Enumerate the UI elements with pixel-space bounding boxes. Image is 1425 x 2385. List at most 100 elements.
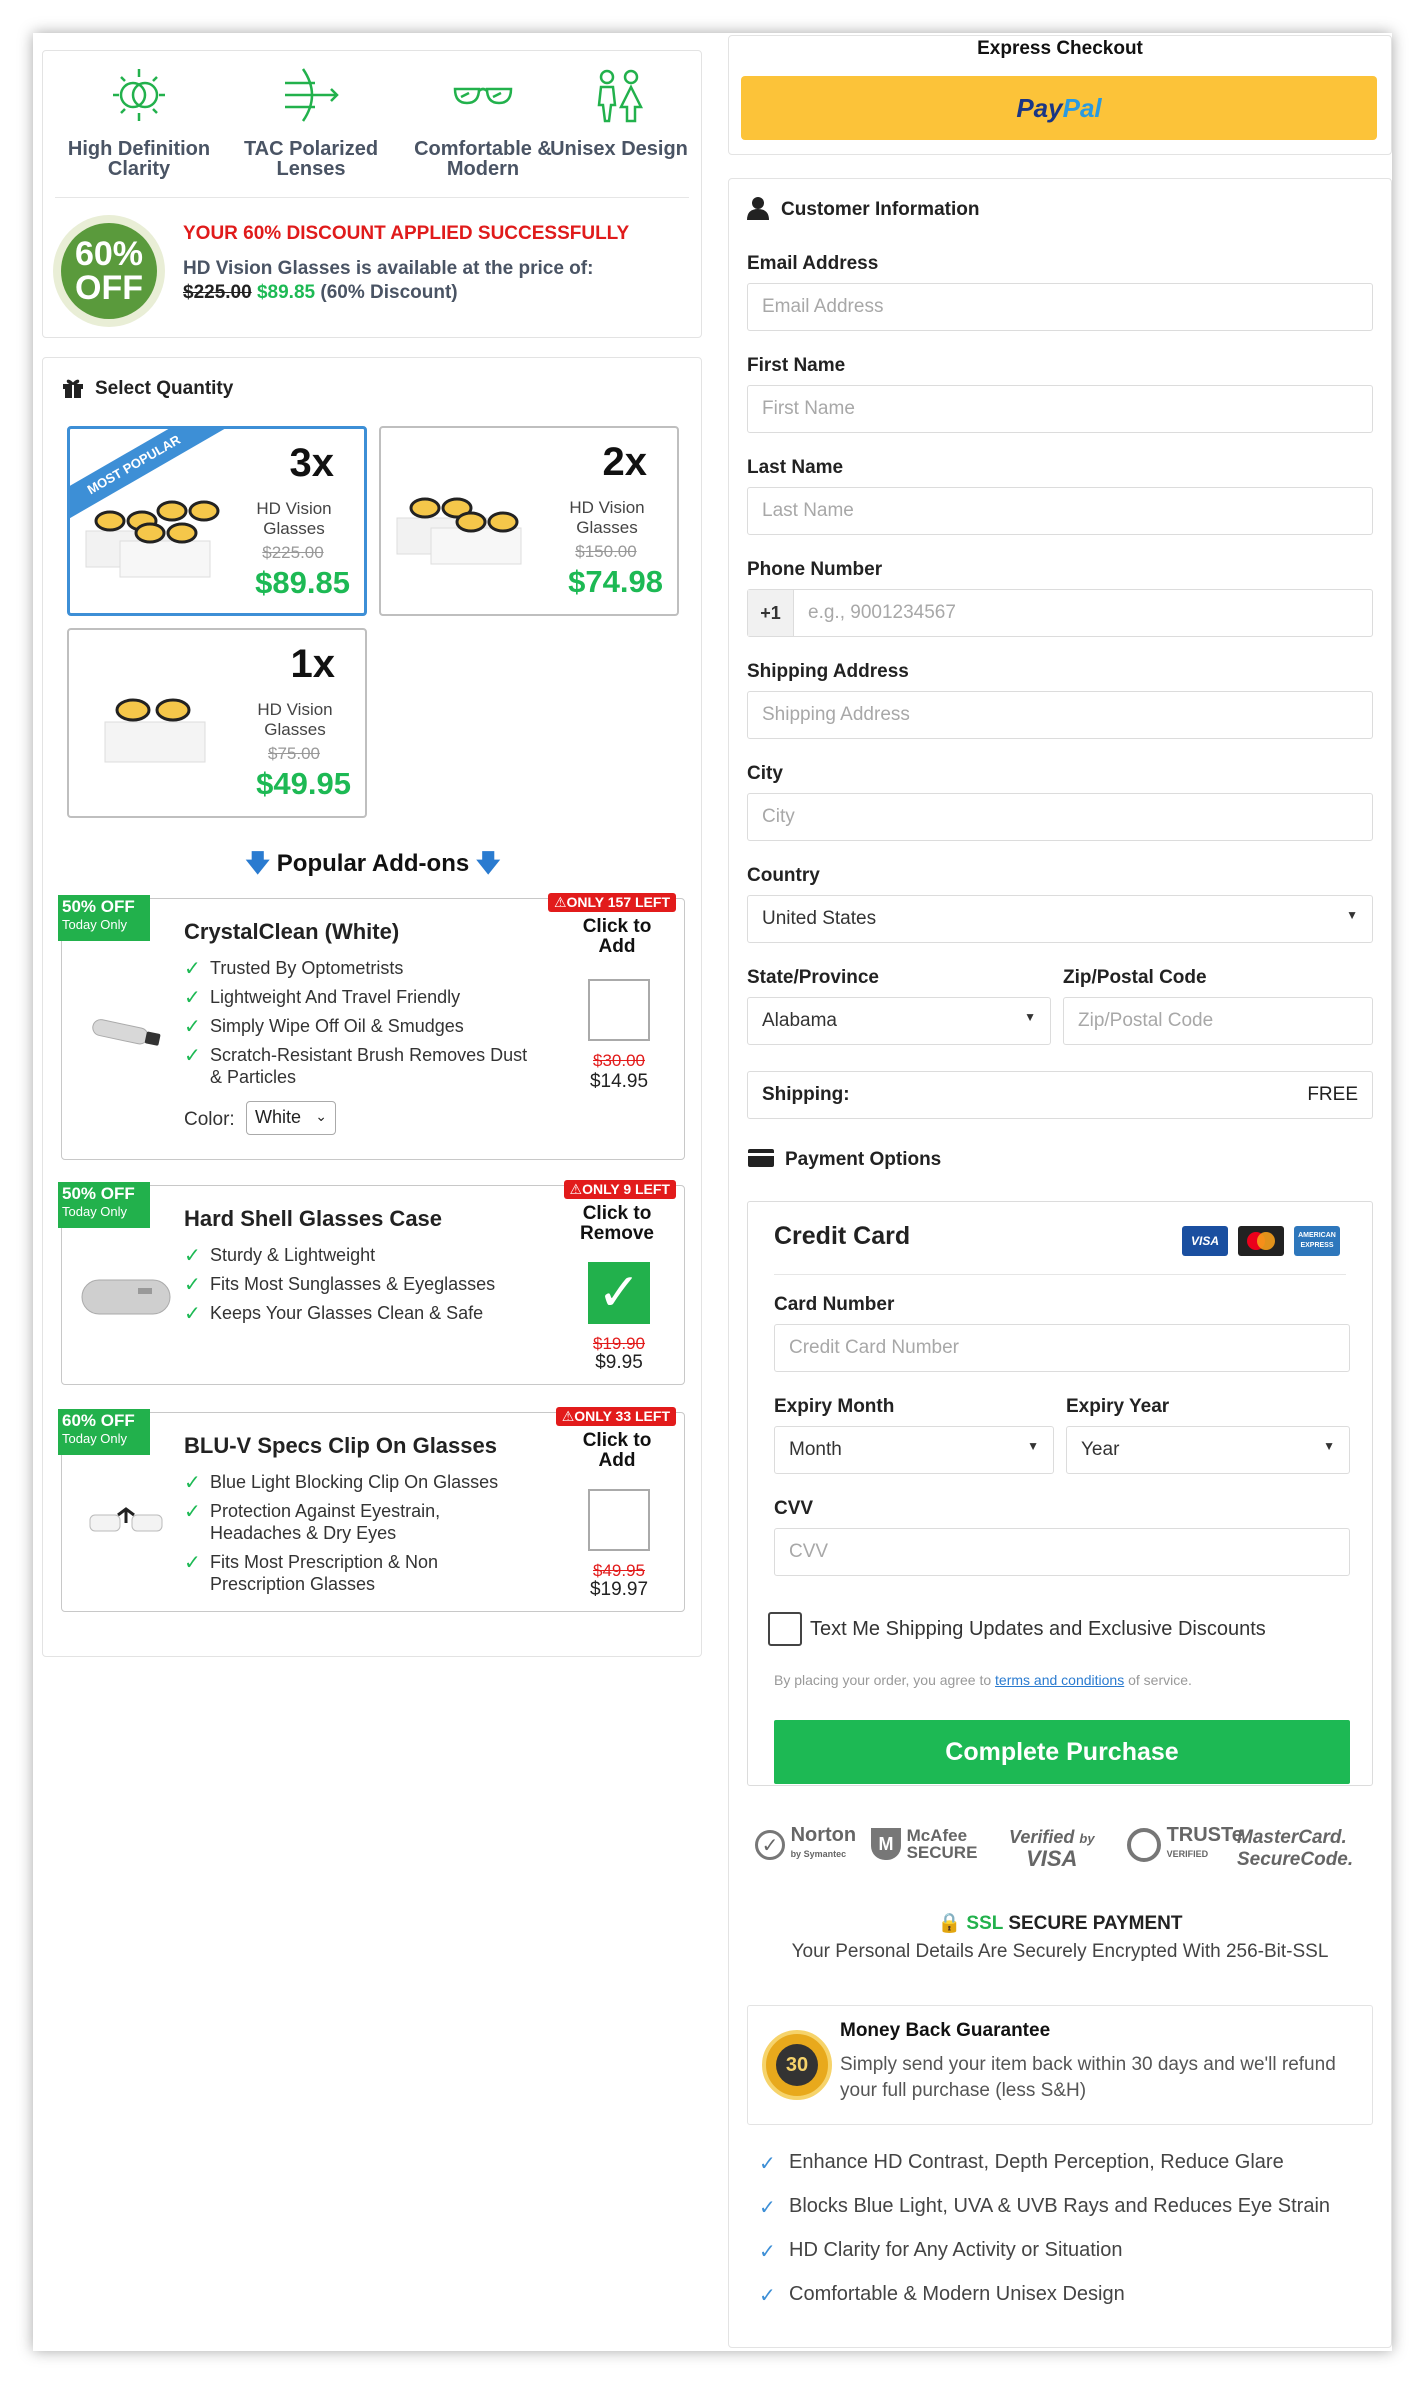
ssl-title: 🔒 SSL SECURE PAYMENT <box>747 1911 1373 1935</box>
check-icon: ✓ <box>759 2241 776 2263</box>
truste-badge: TRUSTe VERIFIED <box>1127 1825 1243 1862</box>
addon-offer-pct: 50% OFF <box>62 1184 135 1203</box>
gift-icon <box>63 379 83 398</box>
polarized-lens-icon <box>285 68 339 122</box>
addon-click-label: Click to Add <box>582 916 652 957</box>
mcafee-badge: M McAfee SECURE <box>871 1827 977 1861</box>
color-label: Color: <box>184 1109 235 1130</box>
features-card: High Definition Clarity TAC Polarized Le… <box>42 50 702 338</box>
caret-down-icon: ▼ <box>1024 1010 1036 1024</box>
feature-label: TAC Polarized Lenses <box>243 138 379 180</box>
addon-name: CrystalClean (White) <box>184 919 400 944</box>
credit-card-box: Credit Card VISA AMERICAN EXPRESS Card N… <box>747 1201 1373 1786</box>
feature-label: Unisex Design <box>550 138 688 160</box>
express-checkout-title: Express Checkout <box>977 38 1143 59</box>
addon-bullet: ✓ Sturdy & Lightweight <box>184 1245 376 1267</box>
addon-glasses-case: 50% OFF Today Only ⚠ONLY 9 LEFT Hard She… <box>58 1180 685 1385</box>
quantity-product-name: HD Vision Glasses <box>569 498 645 537</box>
addon-price: $9.95 <box>595 1352 643 1373</box>
credit-card-icon <box>748 1149 774 1167</box>
check-icon: ✓ <box>184 1016 201 1038</box>
stock-left-badge: ⚠ONLY 157 LEFT <box>547 893 676 912</box>
quantity-old-price: $225.00 <box>262 543 324 562</box>
phone-placeholder: e.g., 9001234567 <box>808 602 956 623</box>
shipping-address-input[interactable]: Shipping Address <box>747 691 1373 739</box>
expiry-year-select[interactable]: Year ▼ <box>1066 1426 1350 1474</box>
country-value: United States <box>762 908 877 929</box>
check-icon: ✓ <box>759 2197 776 2219</box>
divider <box>55 197 689 198</box>
caret-down-icon: ▼ <box>1323 1439 1335 1453</box>
sms-label: Text Me Shipping Updates and Exclusive D… <box>810 1618 1266 1640</box>
quantity-option-1x[interactable]: 1x HD Vision Glasses $75.00 $49.95 <box>67 628 367 818</box>
customer-info-title: Customer Information <box>747 197 979 221</box>
addon-checkbox[interactable] <box>588 979 650 1041</box>
check-icon: ✓ <box>759 2285 776 2307</box>
terms-text: By placing your order, you agree to term… <box>774 1672 1192 1688</box>
money-back-guarantee: 30 Money Back Guarantee Simply send your… <box>747 2005 1373 2125</box>
check-icon: ✓ <box>184 1501 201 1523</box>
mastercard-securecode-badge: MasterCard. SecureCode. <box>1237 1827 1354 1870</box>
product-image <box>104 698 206 763</box>
addon-old-price: $49.95 <box>593 1561 645 1580</box>
state-label: State/Province <box>747 967 879 988</box>
mcafee-shield-icon: M <box>871 1828 901 1860</box>
select-quantity-label: Select Quantity <box>95 378 234 399</box>
quantity-option-3x[interactable]: MOST POPULAR 3x HD Vision Glasses $225.0… <box>67 426 367 616</box>
addon-product-image <box>81 1279 171 1315</box>
warning-icon: ⚠ <box>553 894 567 910</box>
country-select[interactable]: United States ▼ <box>747 895 1373 943</box>
addon-offer-tag: 60% OFF Today Only <box>58 1409 150 1455</box>
feature-comfortable: Comfortable & Modern <box>399 65 567 179</box>
color-select[interactable]: White ⌄ <box>246 1101 336 1135</box>
zip-input[interactable]: Zip/Postal Code <box>1063 997 1373 1045</box>
warning-icon: ⚠ <box>561 1408 575 1424</box>
feature-label: Comfortable & Modern <box>414 138 552 180</box>
checkmark-icon: ✓ <box>597 1264 641 1322</box>
quantity-price: $89.85 <box>255 565 350 600</box>
first-name-input[interactable]: First Name <box>747 385 1373 433</box>
caret-down-icon: ▼ <box>1346 908 1358 922</box>
discount-title: YOUR 60% DISCOUNT APPLIED SUCCESSFULLY <box>183 223 630 244</box>
terms-suffix: of service. <box>1128 1672 1192 1688</box>
last-name-input[interactable]: Last Name <box>747 487 1373 535</box>
terms-link[interactable]: terms and conditions <box>995 1672 1124 1688</box>
check-icon: ✓ <box>184 1245 201 1267</box>
product-image <box>85 500 220 578</box>
state-select[interactable]: Alabama ▼ <box>747 997 1051 1045</box>
card-number-label: Card Number <box>774 1294 895 1315</box>
quantity-option-2x[interactable]: 2x HD Vision Glasses $150.00 $74.98 <box>379 426 679 616</box>
check-icon: ✓ <box>184 1045 201 1067</box>
first-name-label: First Name <box>747 355 846 376</box>
city-input[interactable]: City <box>747 793 1373 841</box>
addon-old-price: $19.90 <box>593 1334 645 1353</box>
sms-checkbox[interactable] <box>768 1612 802 1646</box>
cvv-input[interactable]: CVV <box>774 1528 1350 1576</box>
discount-suffix: (60% Discount) <box>320 282 458 303</box>
expiry-year-value: Year <box>1081 1439 1120 1460</box>
addon-crystalclean: 50% OFF Today Only ⚠ONLY 157 LEFT Crysta… <box>58 893 685 1160</box>
norton-check-icon: ✓ <box>755 1829 785 1860</box>
addon-price: $14.95 <box>589 1071 649 1092</box>
addon-checkbox-checked[interactable]: ✓ <box>588 1262 650 1324</box>
addon-bullet: ✓ Keeps Your Glasses Clean & Safe <box>184 1303 484 1325</box>
chevron-down-icon: ⌄ <box>315 1108 327 1124</box>
email-input[interactable]: Email Address <box>747 283 1373 331</box>
benefit-item: ✓ Enhance HD Contrast, Depth Perception, … <box>759 2151 1284 2175</box>
ssl-title-a: SSL <box>966 1913 1004 1934</box>
quantity-old-price: $150.00 <box>575 542 637 561</box>
addon-old-price: $30.00 <box>593 1051 645 1070</box>
shipping-value: FREE <box>1307 1084 1358 1105</box>
addon-checkbox[interactable] <box>588 1489 650 1551</box>
phone-input[interactable]: +1 e.g., 9001234567 <box>747 589 1373 637</box>
email-label: Email Address <box>747 253 879 274</box>
complete-purchase-button[interactable]: Complete Purchase <box>774 1720 1350 1784</box>
warning-icon: ⚠ <box>569 1181 583 1197</box>
credit-card-heading: Credit Card <box>774 1222 911 1250</box>
paypal-button[interactable]: PayPal <box>741 76 1377 140</box>
check-icon: ✓ <box>759 2153 776 2175</box>
shipping-row: Shipping: FREE <box>747 1071 1373 1119</box>
expiry-month-select[interactable]: Month ▼ <box>774 1426 1054 1474</box>
hd-clarity-icon <box>113 69 165 121</box>
card-number-input[interactable]: Credit Card Number <box>774 1324 1350 1372</box>
